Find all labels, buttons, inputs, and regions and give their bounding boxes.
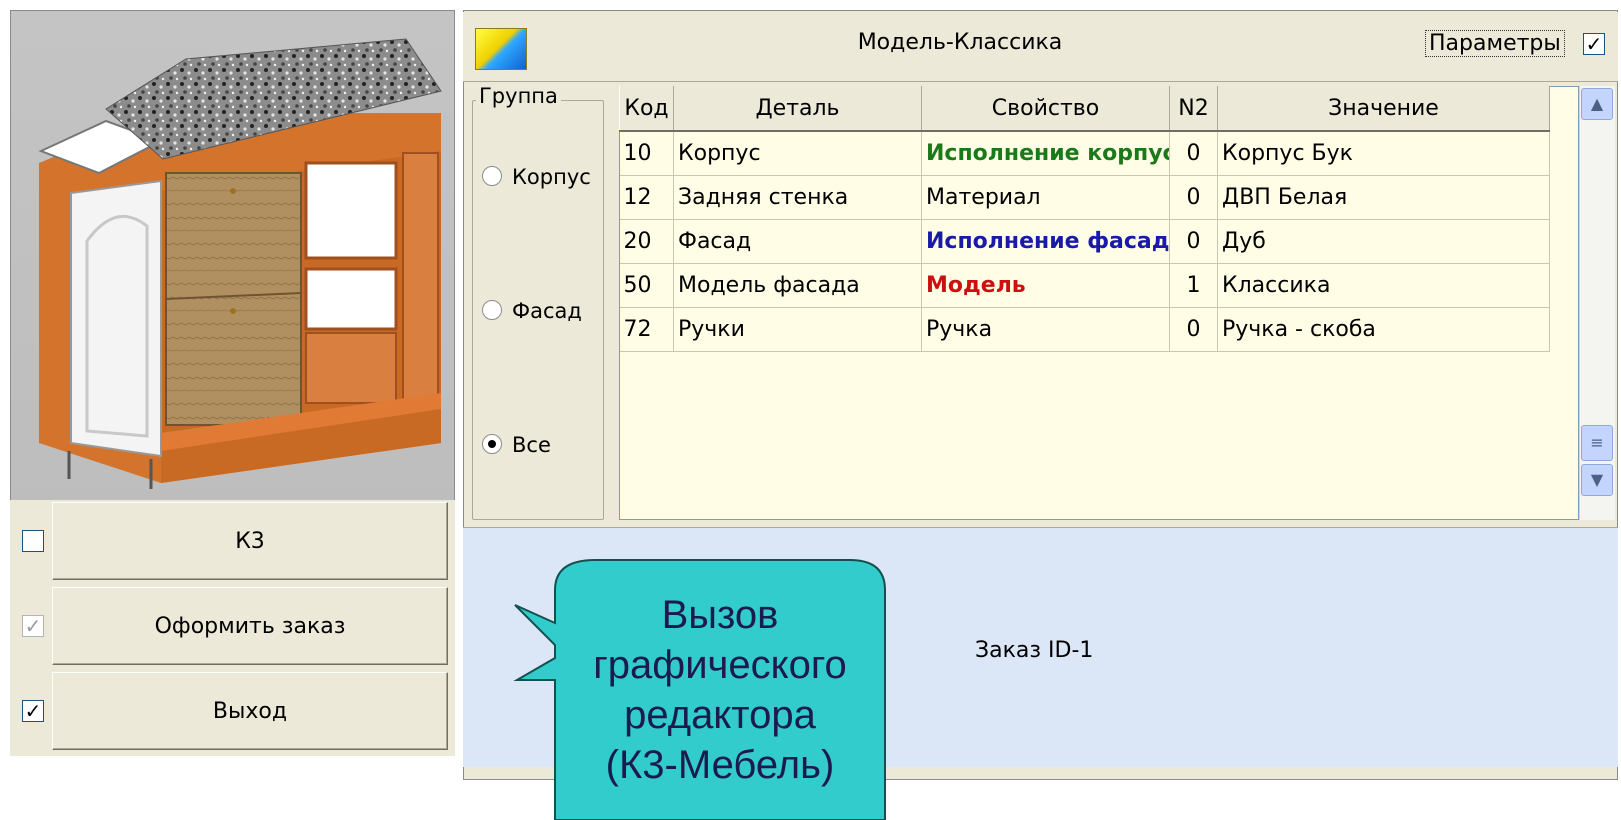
radio-facade[interactable]: Фасад: [482, 296, 582, 326]
cell-detail[interactable]: Корпус: [673, 131, 922, 176]
cell-property[interactable]: Исполнение фасада: [921, 219, 1170, 264]
cabinet-preview[interactable]: [10, 10, 455, 518]
cell-code[interactable]: 10: [619, 131, 674, 176]
table-row[interactable]: 12 Задняя стенка Материал 0 ДВП Белая: [619, 175, 1550, 220]
radio-circle[interactable]: [482, 434, 502, 454]
k3-checkbox[interactable]: [22, 530, 44, 552]
cell-code[interactable]: 12: [619, 175, 674, 220]
cell-property[interactable]: Материал: [921, 175, 1170, 220]
table-row[interactable]: 20 Фасад Исполнение фасада 0 Дуб: [619, 219, 1550, 264]
app-logo-icon[interactable]: [475, 28, 527, 70]
callout-line: редактора: [624, 693, 816, 737]
cell-value[interactable]: Классика: [1217, 263, 1550, 308]
callout-line: графического: [593, 643, 847, 687]
table-row[interactable]: 72 Ручки Ручка 0 Ручка - скоба: [619, 307, 1550, 352]
col-header-code[interactable]: Код: [619, 86, 674, 132]
cell-value[interactable]: ДВП Белая: [1217, 175, 1550, 220]
radio-corpus[interactable]: Корпус: [482, 162, 591, 192]
col-header-property[interactable]: Свойство: [921, 86, 1170, 132]
radio-label: Все: [512, 433, 551, 457]
cell-detail[interactable]: Модель фасада: [673, 263, 922, 308]
cell-code[interactable]: 72: [619, 307, 674, 352]
cell-value[interactable]: Корпус Бук: [1217, 131, 1550, 176]
cell-code[interactable]: 50: [619, 263, 674, 308]
window-title: Модель-Классика: [857, 30, 1063, 55]
cell-property[interactable]: Ручка: [921, 307, 1170, 352]
radio-circle[interactable]: [482, 166, 502, 186]
cell-property[interactable]: Исполнение корпуса: [921, 131, 1170, 176]
radio-label: Корпус: [512, 165, 591, 189]
cell-n2[interactable]: 0: [1169, 307, 1218, 352]
parts-table: Код Деталь Свойство N2 Значение 10 Корпу…: [619, 86, 1550, 352]
cell-n2[interactable]: 0: [1169, 175, 1218, 220]
table-row[interactable]: 10 Корпус Исполнение корпуса 0 Корпус Бу…: [619, 131, 1550, 176]
cell-detail[interactable]: Ручки: [673, 307, 922, 352]
cabinet-3d-image: [38, 38, 442, 489]
cell-n2[interactable]: 0: [1169, 131, 1218, 176]
callout-text: Вызов графического редактора (К3-Мебель): [560, 590, 880, 790]
cell-n2[interactable]: 1: [1169, 263, 1218, 308]
radio-circle[interactable]: [482, 300, 502, 320]
exit-button[interactable]: Выход: [52, 672, 448, 750]
group-legend: Группа: [476, 84, 561, 108]
cell-property[interactable]: Модель: [921, 263, 1170, 308]
order-row: ✓ Оформить заказ: [10, 585, 455, 671]
callout-line: Вызов: [661, 593, 779, 637]
chevron-down-icon[interactable]: ▼: [1581, 464, 1613, 496]
col-header-detail[interactable]: Деталь: [673, 86, 922, 132]
exit-row: ✓ Выход: [10, 670, 455, 756]
chevron-up-icon[interactable]: ▲: [1581, 88, 1613, 120]
col-header-value[interactable]: Значение: [1217, 86, 1550, 132]
params-label[interactable]: Параметры: [1425, 30, 1565, 57]
cell-value[interactable]: Дуб: [1217, 219, 1550, 264]
radio-label: Фасад: [512, 299, 582, 323]
k3-row: К3: [10, 500, 455, 586]
order-id-text: Заказ ID-1: [975, 638, 1094, 663]
cell-detail[interactable]: Задняя стенка: [673, 175, 922, 220]
cell-detail[interactable]: Фасад: [673, 219, 922, 264]
place-order-button[interactable]: Оформить заказ: [52, 587, 448, 665]
params-checkbox[interactable]: ✓: [1583, 33, 1605, 55]
scroll-grip-icon[interactable]: ≡: [1581, 425, 1613, 461]
cell-n2[interactable]: 0: [1169, 219, 1218, 264]
order-checkbox[interactable]: ✓: [22, 615, 44, 637]
k3-button[interactable]: К3: [52, 502, 448, 580]
cell-value[interactable]: Ручка - скоба: [1217, 307, 1550, 352]
table-row[interactable]: 50 Модель фасада Модель 1 Классика: [619, 263, 1550, 308]
col-header-n2[interactable]: N2: [1169, 86, 1218, 132]
radio-all[interactable]: Все: [482, 430, 551, 460]
cell-code[interactable]: 20: [619, 219, 674, 264]
table-header-row: Код Деталь Свойство N2 Значение: [619, 86, 1550, 132]
exit-checkbox[interactable]: ✓: [22, 700, 44, 722]
